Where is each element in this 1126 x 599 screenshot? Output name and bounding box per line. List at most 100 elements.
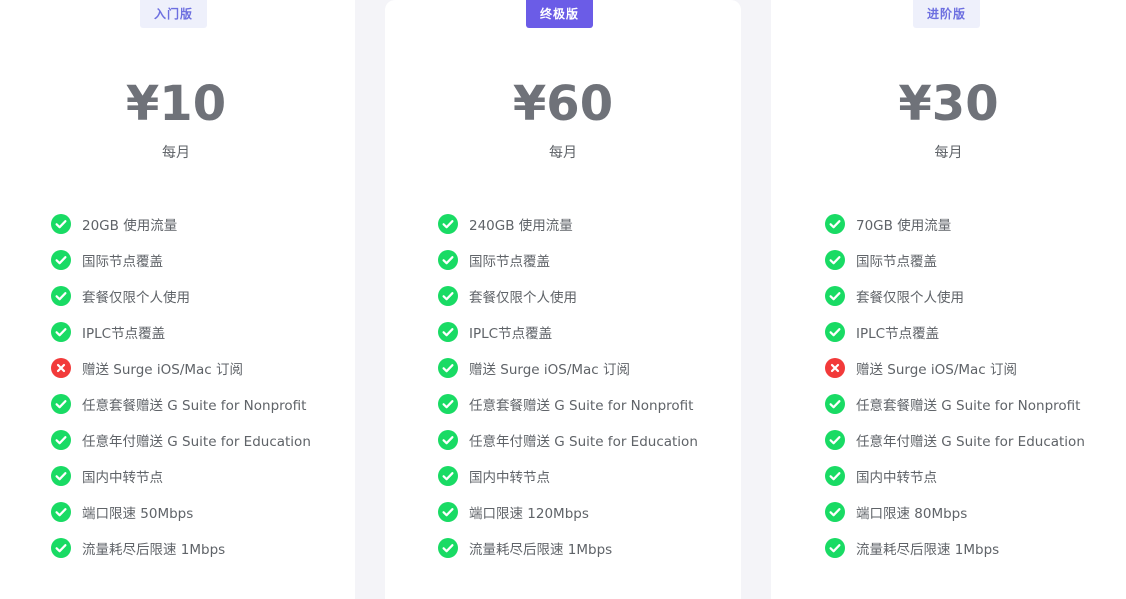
check-circle-icon xyxy=(438,394,458,414)
billing-period: 每月 xyxy=(162,145,190,161)
feature-item: 端口限速 50Mbps xyxy=(51,494,311,530)
feature-item: 国内中转节点 xyxy=(51,458,311,494)
feature-item: IPLC节点覆盖 xyxy=(825,314,1085,350)
check-circle-icon xyxy=(51,430,71,450)
feature-label: 任意年付赠送 G Suite for Education xyxy=(856,434,1085,450)
feature-label: 国际节点覆盖 xyxy=(856,254,937,270)
feature-item: IPLC节点覆盖 xyxy=(438,314,698,350)
feature-label: 任意套餐赠送 G Suite for Nonprofit xyxy=(82,398,307,414)
feature-label: 国际节点覆盖 xyxy=(469,254,550,270)
feature-label: 任意套餐赠送 G Suite for Nonprofit xyxy=(469,398,694,414)
feature-item: 套餐仅限个人使用 xyxy=(825,278,1085,314)
check-circle-icon xyxy=(51,394,71,414)
feature-label: 任意年付赠送 G Suite for Education xyxy=(82,434,311,450)
feature-item: 流量耗尽后限速 1Mbps xyxy=(51,530,311,566)
check-circle-icon xyxy=(825,466,845,486)
feature-label: IPLC节点覆盖 xyxy=(82,326,166,342)
pricing-card-ultimate: 终极版 ¥60 每月 240GB 使用流量 国际节点覆盖套餐仅限个人使用 IPLC节… xyxy=(385,0,741,599)
feature-label: 国内中转节点 xyxy=(469,470,550,486)
feature-item: 赠送 Surge iOS/Mac 订阅 xyxy=(51,350,311,386)
plan-badge: 入门版 xyxy=(140,0,208,28)
pricing-card-advanced: 进阶版 ¥30 每月 70GB 使用流量 国际节点覆盖套餐仅限个人使用 IPLC节点… xyxy=(771,0,1126,599)
feature-item: 端口限速 120Mbps xyxy=(438,494,698,530)
x-circle-icon xyxy=(51,358,71,378)
feature-label: 70GB 使用流量 xyxy=(856,218,952,234)
feature-label: 端口限速 50Mbps xyxy=(82,506,194,522)
feature-label: 赠送 Surge iOS/Mac 订阅 xyxy=(82,362,244,378)
feature-item: 任意年付赠送 G Suite for Education xyxy=(438,422,698,458)
feature-label: 240GB 使用流量 xyxy=(469,218,573,234)
feature-label: IPLC节点覆盖 xyxy=(856,326,940,342)
feature-label: 套餐仅限个人使用 xyxy=(82,290,190,306)
plan-badge: 终极版 xyxy=(526,0,594,28)
feature-label: 套餐仅限个人使用 xyxy=(469,290,577,306)
check-circle-icon xyxy=(438,286,458,306)
plan-price: ¥10 xyxy=(125,76,227,132)
check-circle-icon xyxy=(51,466,71,486)
check-circle-icon xyxy=(438,214,458,234)
feature-list: 70GB 使用流量 国际节点覆盖套餐仅限个人使用 IPLC节点覆盖赠送 Surge … xyxy=(825,206,1085,566)
feature-list: 20GB 使用流量 国际节点覆盖套餐仅限个人使用 IPLC节点覆盖赠送 Surge … xyxy=(51,206,311,566)
check-circle-icon xyxy=(825,394,845,414)
pricing-card-starter: 入门版 ¥10 每月 20GB 使用流量 国际节点覆盖套餐仅限个人使用 IPLC节点… xyxy=(0,0,355,599)
feature-item: 流量耗尽后限速 1Mbps xyxy=(438,530,698,566)
plan-badge: 进阶版 xyxy=(913,0,981,28)
feature-label: 任意年付赠送 G Suite for Education xyxy=(469,434,698,450)
check-circle-icon xyxy=(438,538,458,558)
feature-item: 国际节点覆盖 xyxy=(825,242,1085,278)
feature-list: 240GB 使用流量 国际节点覆盖套餐仅限个人使用 IPLC节点覆盖赠送 Surge… xyxy=(438,206,698,566)
feature-item: 任意套餐赠送 G Suite for Nonprofit xyxy=(438,386,698,422)
feature-item: 任意年付赠送 G Suite for Education xyxy=(51,422,311,458)
check-circle-icon xyxy=(51,286,71,306)
check-circle-icon xyxy=(825,214,845,234)
check-circle-icon xyxy=(825,502,845,522)
feature-item: 流量耗尽后限速 1Mbps xyxy=(825,530,1085,566)
feature-label: 赠送 Surge iOS/Mac 订阅 xyxy=(469,362,631,378)
feature-label: IPLC节点覆盖 xyxy=(469,326,553,342)
plan-price: ¥60 xyxy=(512,76,614,132)
feature-label: 套餐仅限个人使用 xyxy=(856,290,964,306)
feature-item: 20GB 使用流量 xyxy=(51,206,311,242)
billing-period: 每月 xyxy=(934,145,963,161)
check-circle-icon xyxy=(438,502,458,522)
feature-item: 国内中转节点 xyxy=(438,458,698,494)
check-circle-icon xyxy=(438,250,458,270)
feature-item: 70GB 使用流量 xyxy=(825,206,1085,242)
feature-item: 赠送 Surge iOS/Mac 订阅 xyxy=(438,350,698,386)
feature-item: 国际节点覆盖 xyxy=(438,242,698,278)
check-circle-icon xyxy=(438,430,458,450)
feature-label: 流量耗尽后限速 1Mbps xyxy=(469,542,613,558)
check-circle-icon xyxy=(825,286,845,306)
feature-item: 端口限速 80Mbps xyxy=(825,494,1085,530)
check-circle-icon xyxy=(825,430,845,450)
plan-price: ¥30 xyxy=(898,76,999,132)
feature-item: IPLC节点覆盖 xyxy=(51,314,311,350)
feature-item: 套餐仅限个人使用 xyxy=(51,278,311,314)
feature-label: 流量耗尽后限速 1Mbps xyxy=(82,542,226,558)
billing-period: 每月 xyxy=(549,145,577,161)
check-circle-icon xyxy=(438,322,458,342)
check-circle-icon xyxy=(51,250,71,270)
check-circle-icon xyxy=(51,502,71,522)
feature-label: 国内中转节点 xyxy=(82,470,163,486)
check-circle-icon xyxy=(438,466,458,486)
feature-label: 端口限速 120Mbps xyxy=(469,506,589,522)
feature-label: 流量耗尽后限速 1Mbps xyxy=(856,542,1000,558)
check-circle-icon xyxy=(825,538,845,558)
feature-label: 国际节点覆盖 xyxy=(82,254,163,270)
feature-item: 国际节点覆盖 xyxy=(51,242,311,278)
feature-item: 赠送 Surge iOS/Mac 订阅 xyxy=(825,350,1085,386)
feature-label: 20GB 使用流量 xyxy=(82,218,178,234)
check-circle-icon xyxy=(825,250,845,270)
check-circle-icon xyxy=(825,322,845,342)
feature-item: 240GB 使用流量 xyxy=(438,206,698,242)
feature-label: 端口限速 80Mbps xyxy=(856,506,968,522)
feature-item: 任意套餐赠送 G Suite for Nonprofit xyxy=(825,386,1085,422)
x-circle-icon xyxy=(825,358,845,378)
feature-label: 国内中转节点 xyxy=(856,470,937,486)
feature-label: 任意套餐赠送 G Suite for Nonprofit xyxy=(856,398,1081,414)
check-circle-icon xyxy=(438,358,458,378)
feature-item: 套餐仅限个人使用 xyxy=(438,278,698,314)
check-circle-icon xyxy=(51,322,71,342)
feature-item: 任意套餐赠送 G Suite for Nonprofit xyxy=(51,386,311,422)
